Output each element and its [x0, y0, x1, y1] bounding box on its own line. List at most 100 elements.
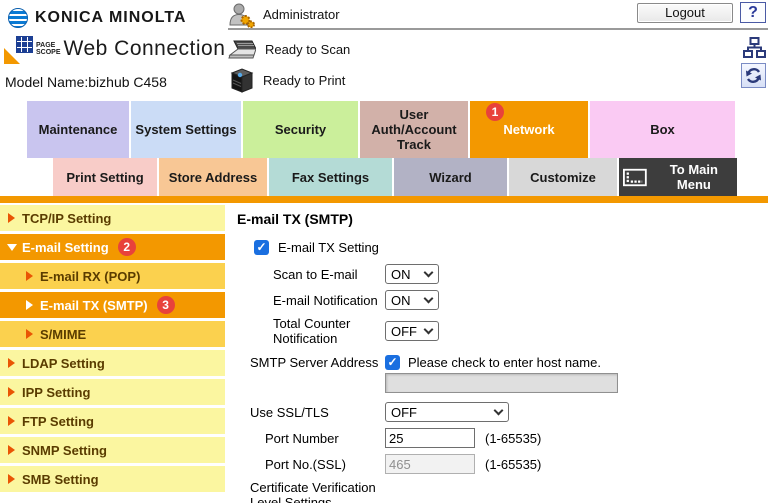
web-connection-app: KONICA MINOLTA PAGE SCOPE Web Connection… — [0, 0, 768, 503]
tab-label: Box — [650, 122, 675, 137]
tab-maintenance[interactable]: Maintenance — [27, 101, 129, 158]
arrow-right-icon — [8, 445, 15, 455]
sidebar-item-label: E-mail TX (SMTP) — [40, 298, 148, 313]
chevron-down-icon — [424, 324, 434, 334]
total-counter-row: Total Counter Notification OFF — [237, 316, 768, 346]
sidebar-item-label: E-mail RX (POP) — [40, 269, 140, 284]
select-value: OFF — [391, 405, 417, 420]
tab-label: Customize — [530, 170, 596, 185]
to-main-menu-content: To Main Menu — [619, 162, 737, 192]
smtp-server-label: SMTP Server Address — [250, 355, 385, 370]
status-print-label: Ready to Print — [263, 73, 345, 88]
tab-network[interactable]: 1 Network — [470, 101, 588, 158]
help-button[interactable]: ? — [740, 2, 766, 23]
main-menu-icon — [623, 168, 647, 187]
tab-label: Store Address — [169, 170, 257, 185]
select-value: ON — [391, 267, 411, 282]
sidebar-item-email-rx-pop[interactable]: E-mail RX (POP) — [0, 263, 225, 289]
tab-customize[interactable]: Customize — [509, 158, 617, 196]
tab-system-settings[interactable]: System Settings — [131, 101, 241, 158]
port-ssl-row: Port No.(SSL) (1-65535) — [237, 454, 768, 474]
main-tab-bar: Maintenance System Settings Security Use… — [0, 101, 768, 158]
tab-box[interactable]: Box — [590, 101, 735, 158]
sidebar-item-ipp-setting[interactable]: IPP Setting — [0, 379, 225, 405]
tab-label: Fax Settings — [292, 170, 369, 185]
sidebar-item-label: IPP Setting — [22, 385, 90, 400]
use-ssl-row: Use SSL/TLS OFF — [237, 402, 768, 422]
pagescope-logo: PAGE SCOPE Web Connection — [4, 34, 225, 64]
port-number-row: Port Number (1-65535) — [237, 428, 768, 448]
konica-minolta-logo: KONICA MINOLTA — [8, 8, 186, 28]
model-name: Model Name:bizhub C458 — [5, 74, 167, 90]
tab-label: System Settings — [135, 122, 236, 137]
sidebar-item-label: FTP Setting — [22, 414, 94, 429]
arrow-right-icon — [8, 416, 15, 426]
chevron-down-icon — [424, 293, 434, 303]
notification-badge: 1 — [486, 103, 504, 121]
email-tx-setting-row: ✓ E-mail TX Setting — [254, 240, 768, 255]
logged-in-user: Administrator — [228, 1, 340, 28]
sidebar-item-smime[interactable]: S/MIME — [0, 321, 225, 347]
tab-label: User Auth/Account Track — [366, 107, 462, 152]
globe-icon — [8, 8, 28, 28]
status-print: Ready to Print — [228, 68, 345, 93]
sidebar-item-tcpip-setting[interactable]: TCP/IP Setting — [0, 205, 225, 231]
refresh-button[interactable] — [741, 63, 766, 88]
sidebar-menu: TCP/IP Setting E-mail Setting 2 E-mail R… — [0, 203, 225, 495]
sidebar-item-label: TCP/IP Setting — [22, 211, 111, 226]
email-notification-row: E-mail Notification ON — [237, 290, 768, 310]
hostname-checkbox-label: Please check to enter host name. — [408, 355, 601, 370]
sidebar-item-email-setting[interactable]: E-mail Setting 2 — [0, 234, 225, 260]
scanner-icon — [228, 40, 256, 59]
step-badge: 3 — [157, 296, 175, 314]
sidebar-item-label: SNMP Setting — [22, 443, 107, 458]
status-scan-label: Ready to Scan — [265, 42, 350, 57]
sidebar-item-label: SMB Setting — [22, 472, 99, 487]
certificate-verification-label: Certificate Verification Level Settings — [250, 480, 400, 503]
user-name: Administrator — [263, 7, 340, 22]
network-topology-icon[interactable] — [743, 37, 766, 59]
arrow-right-icon — [26, 300, 33, 310]
content-panel: E-mail TX (SMTP) ✓ E-mail TX Setting Sca… — [225, 203, 768, 503]
scan-to-email-row: Scan to E-mail ON — [237, 264, 768, 284]
tab-store-address[interactable]: Store Address — [159, 158, 267, 196]
scan-to-email-label: Scan to E-mail — [273, 267, 385, 282]
use-ssl-select[interactable]: OFF — [385, 402, 509, 422]
chevron-down-icon — [424, 267, 434, 277]
scan-to-email-select[interactable]: ON — [385, 264, 439, 284]
total-counter-label: Total Counter Notification — [273, 316, 385, 346]
sidebar-item-smb-setting[interactable]: SMB Setting — [0, 466, 225, 492]
administrator-icon — [228, 1, 255, 28]
tab-fax-settings[interactable]: Fax Settings — [269, 158, 392, 196]
total-counter-select[interactable]: OFF — [385, 321, 439, 341]
sidebar-item-label: LDAP Setting — [22, 356, 105, 371]
tab-print-setting[interactable]: Print Setting — [53, 158, 157, 196]
sidebar-item-label: E-mail Setting — [22, 240, 109, 255]
tab-security[interactable]: Security — [243, 101, 358, 158]
hostname-checkbox[interactable]: ✓ — [385, 355, 400, 370]
tab-user-auth-account-track[interactable]: User Auth/Account Track — [360, 101, 468, 158]
smtp-server-row: SMTP Server Address ✓ Please check to en… — [237, 355, 768, 370]
port-ssl-input[interactable] — [385, 454, 475, 474]
smtp-server-address-input[interactable] — [385, 373, 618, 393]
port-number-range: (1-65535) — [485, 431, 541, 446]
sidebar-item-email-tx-smtp[interactable]: E-mail TX (SMTP) 3 — [0, 292, 225, 318]
sidebar-item-ldap-setting[interactable]: LDAP Setting — [0, 350, 225, 376]
email-tx-setting-checkbox[interactable]: ✓ — [254, 240, 269, 255]
email-notification-select[interactable]: ON — [385, 290, 439, 310]
step-badge: 2 — [118, 238, 136, 256]
pagescope-icon — [4, 34, 34, 64]
tab-wizard[interactable]: Wizard — [394, 158, 507, 196]
hostname-checkbox-group: ✓ Please check to enter host name. — [385, 355, 601, 370]
select-value: ON — [391, 293, 411, 308]
tab-label: Print Setting — [66, 170, 143, 185]
port-ssl-range: (1-65535) — [485, 457, 541, 472]
port-number-input[interactable] — [385, 428, 475, 448]
sidebar-item-label: S/MIME — [40, 327, 86, 342]
sidebar-item-snmp-setting[interactable]: SNMP Setting — [0, 437, 225, 463]
tab-to-main-menu[interactable]: To Main Menu — [619, 158, 737, 196]
pagescope-wordmark: PAGE SCOPE — [36, 42, 61, 56]
logout-button[interactable]: Logout — [637, 3, 733, 23]
sidebar-item-ftp-setting[interactable]: FTP Setting — [0, 408, 225, 434]
pagescope-word-top: PAGE — [36, 42, 55, 49]
